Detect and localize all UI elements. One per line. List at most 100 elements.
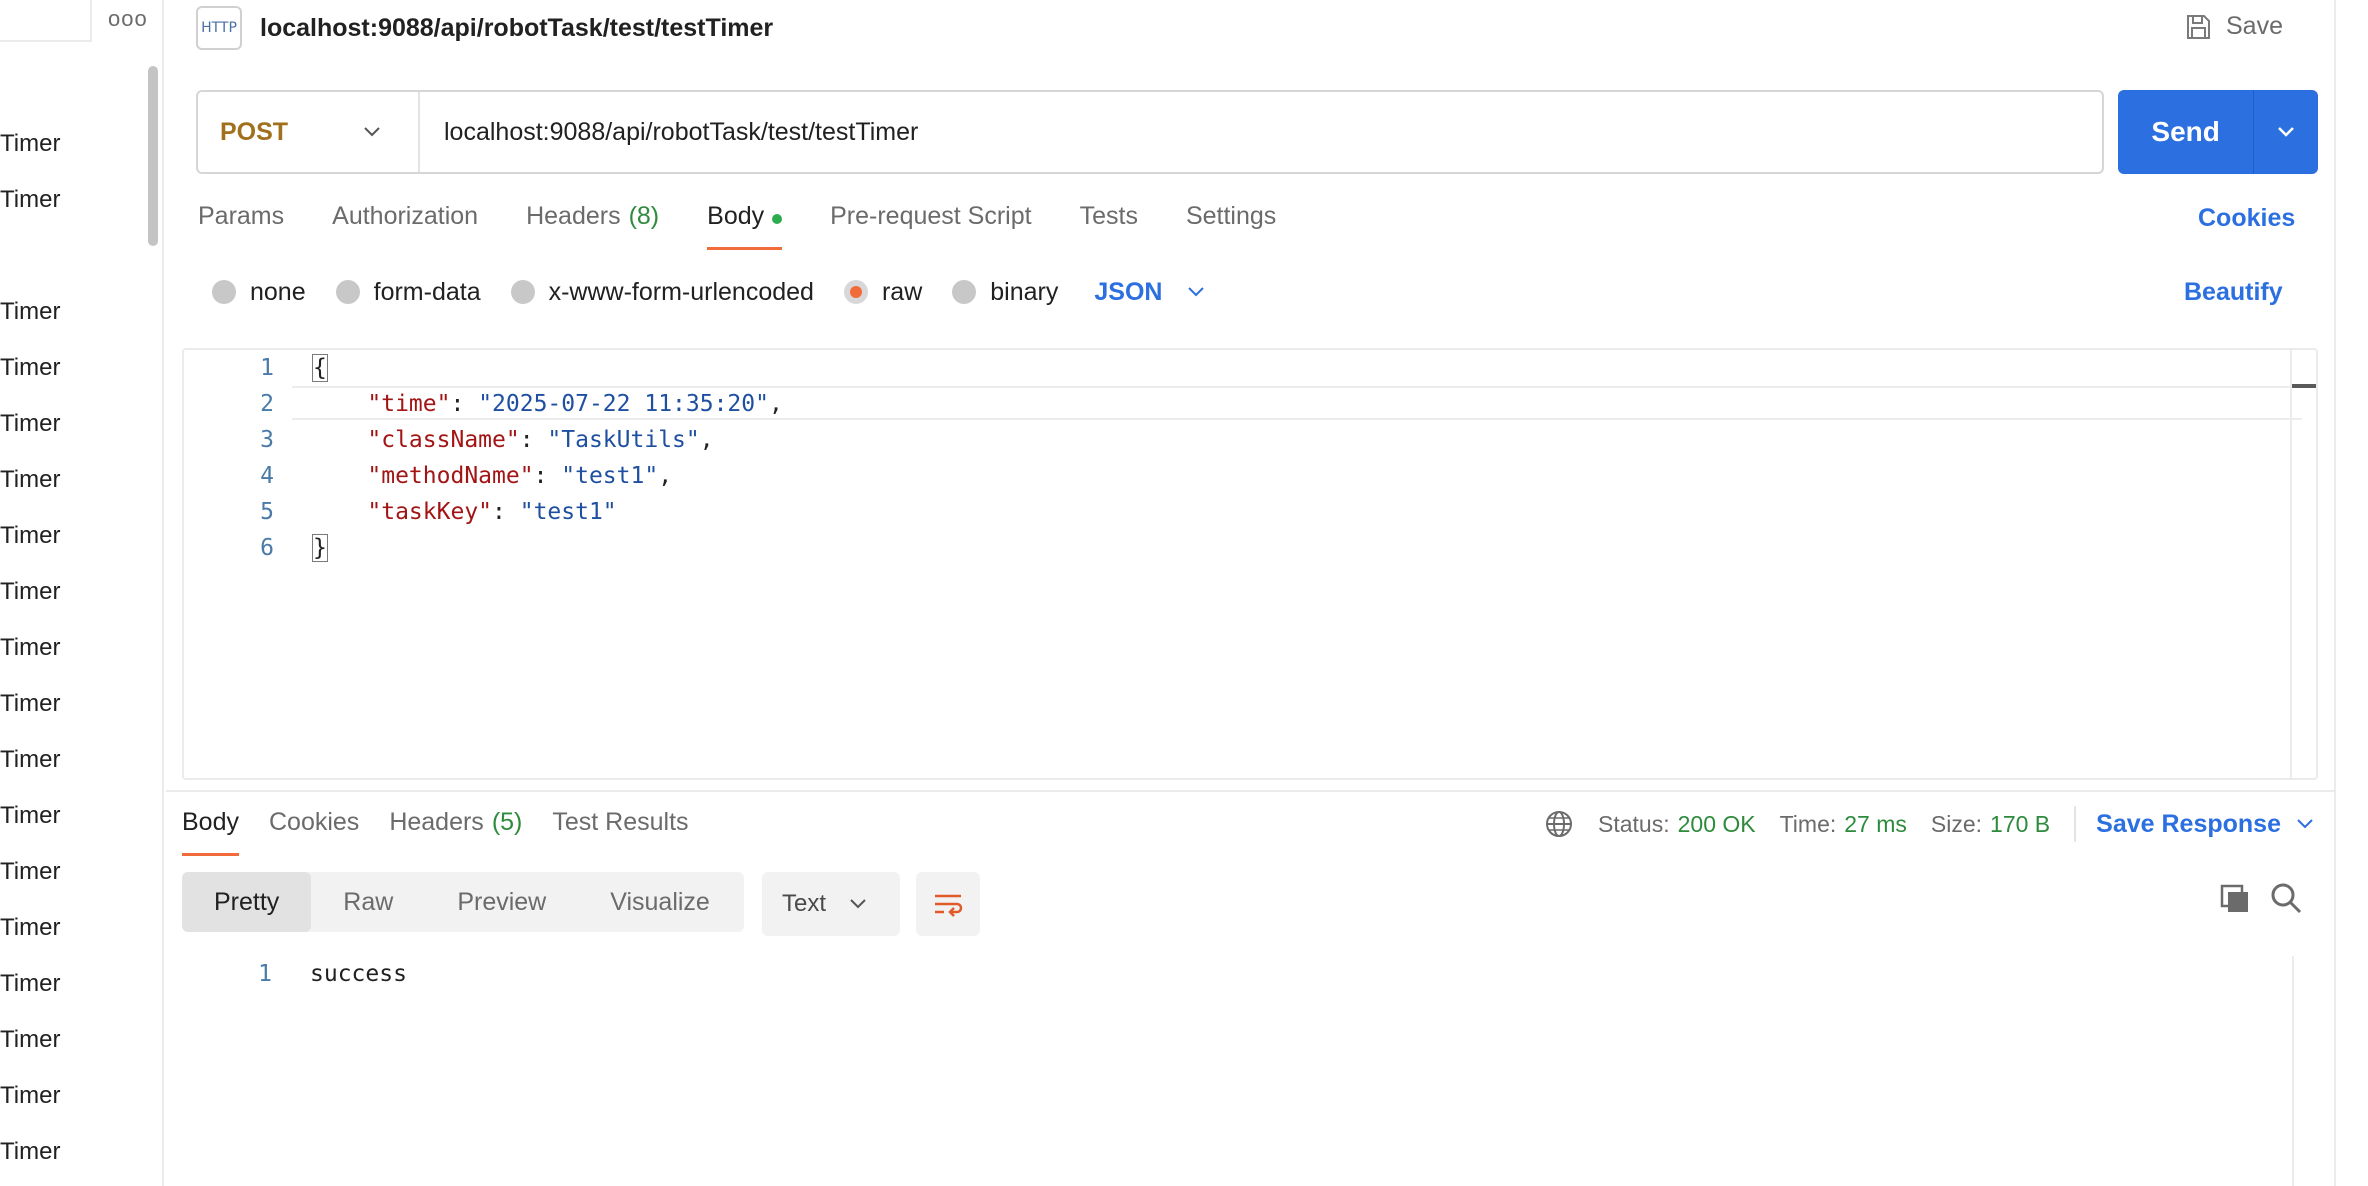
tab-label: Body — [707, 202, 765, 230]
sidebar-item[interactable]: Timer — [0, 298, 60, 326]
radio-binary[interactable]: binary — [952, 278, 1058, 307]
http-request-icon: HTTP — [196, 6, 242, 50]
radio-none[interactable]: none — [212, 278, 306, 307]
chevron-down-icon — [364, 127, 380, 137]
body-editor[interactable]: 1 { 2 "time": "2025-07-22 11:35:20", 3 "… — [182, 348, 2318, 780]
time-value[interactable]: 27 ms — [1844, 811, 1907, 838]
chevron-down-icon — [2278, 127, 2295, 137]
radio-raw[interactable]: raw — [843, 278, 922, 307]
radio-form-data[interactable]: form-data — [335, 278, 481, 307]
response-meta: Status: 200 OK Time: 27 ms Size: 170 B S… — [1544, 806, 2315, 842]
code-line: 1 { — [184, 350, 328, 386]
editor-scrollbar[interactable] — [2290, 350, 2316, 778]
send-options-button[interactable] — [2254, 122, 2318, 142]
radio-circle — [952, 280, 977, 304]
code-line: 4 "methodName": "test1", — [184, 458, 672, 494]
sidebar-item[interactable]: Timer — [0, 578, 60, 606]
globe-icon[interactable] — [1544, 809, 1574, 839]
sidebar-item[interactable]: Timer — [0, 970, 60, 998]
tab-label: Cookies — [268, 808, 360, 836]
tab-label: Headers — [389, 808, 484, 836]
status-value[interactable]: 200 OK — [1678, 811, 1756, 838]
tab-body[interactable]: Body — [707, 202, 783, 250]
radio-circle-selected — [843, 280, 868, 304]
tab-prerequest-script[interactable]: Pre-request Script — [830, 202, 1031, 250]
beautify-button[interactable]: Beautify — [2184, 278, 2283, 307]
sidebar-item[interactable]: Timer — [0, 858, 60, 886]
json-value: "test1" — [519, 499, 617, 525]
wrap-lines-button[interactable] — [916, 872, 980, 936]
sidebar-item[interactable]: Timer — [0, 466, 60, 494]
method-select[interactable]: POST — [198, 92, 420, 172]
json-sep: , — [658, 463, 673, 489]
line-number: 2 — [260, 391, 274, 417]
request-title[interactable]: localhost:9088/api/robotTask/test/testTi… — [260, 14, 773, 43]
response-view-selector: Pretty Raw Preview Visualize — [182, 872, 744, 932]
save-button[interactable]: Save — [2184, 12, 2283, 41]
view-label: Preview — [457, 887, 547, 916]
more-options-icon[interactable]: ooo — [108, 6, 148, 32]
time-label: Time: — [1779, 810, 1837, 837]
tab-settings[interactable]: Settings — [1186, 202, 1276, 250]
sidebar-item[interactable]: Timer — [0, 634, 60, 662]
view-raw[interactable]: Raw — [311, 872, 425, 932]
view-label: Raw — [343, 887, 394, 916]
headers-count: (5) — [491, 808, 523, 836]
chevron-down-icon — [1188, 287, 1205, 297]
radio-label: none — [250, 277, 306, 306]
response-tab-body[interactable]: Body — [182, 808, 239, 856]
sidebar-item[interactable]: Timer — [0, 1026, 60, 1054]
request-header: HTTP localhost:9088/api/robotTask/test/t… — [196, 6, 773, 50]
sidebar-item[interactable]: Timer — [0, 802, 60, 830]
response-tab-cookies[interactable]: Cookies — [269, 808, 359, 856]
code-text: } — [312, 534, 328, 562]
sidebar-item[interactable]: Timer — [0, 914, 60, 942]
sidebar-item[interactable]: Timer — [0, 1138, 60, 1166]
tab-params[interactable]: Params — [198, 202, 284, 250]
response-body[interactable]: 1 success — [182, 956, 2318, 1186]
view-visualize[interactable]: Visualize — [578, 872, 742, 932]
response-format-select[interactable]: Text — [762, 872, 900, 936]
body-type-selector: none form-data x-www-form-urlencoded raw… — [212, 276, 1206, 308]
sidebar-scrollbar[interactable] — [148, 66, 158, 246]
response-tab-headers[interactable]: Headers (5) — [389, 808, 522, 856]
radio-circle — [510, 280, 535, 304]
view-label: Visualize — [610, 887, 710, 916]
right-panel-border — [2334, 0, 2336, 1186]
json-key: "taskKey" — [367, 499, 493, 525]
sidebar-item[interactable]: Timer — [0, 690, 60, 718]
radio-circle — [335, 280, 360, 304]
search-icon[interactable] — [2270, 882, 2302, 914]
panel-splitter[interactable] — [166, 790, 2334, 792]
cookies-link[interactable]: Cookies — [2198, 204, 2295, 233]
size-label: Size: — [1930, 810, 1983, 837]
sidebar: ooo Timer Timer Timer Timer Timer Timer … — [0, 0, 164, 1186]
sidebar-item[interactable]: Timer — [0, 130, 60, 158]
format-label: JSON — [1094, 277, 1163, 306]
headers-count: (8) — [628, 202, 660, 230]
copy-icon[interactable] — [2220, 884, 2250, 914]
url-input[interactable] — [420, 117, 2102, 147]
save-response-button[interactable]: Save Response — [2096, 810, 2315, 839]
sidebar-item[interactable]: Timer — [0, 410, 60, 438]
code-text: "time": "2025-07-22 11:35:20", — [367, 391, 783, 417]
response-tab-test-results[interactable]: Test Results — [552, 808, 688, 856]
sidebar-item[interactable]: Timer — [0, 746, 60, 774]
sidebar-item[interactable]: Timer — [0, 186, 60, 214]
tab-tests[interactable]: Tests — [1080, 202, 1138, 250]
view-pretty[interactable]: Pretty — [182, 872, 312, 932]
sidebar-item[interactable]: Timer — [0, 1082, 60, 1110]
size-value[interactable]: 170 B — [1990, 811, 2050, 838]
response-scrollbar[interactable] — [2292, 956, 2318, 1186]
tab-headers[interactable]: Headers (8) — [526, 202, 659, 250]
save-icon — [2187, 14, 2210, 39]
sidebar-item[interactable]: Timer — [0, 354, 60, 382]
tab-authorization[interactable]: Authorization — [332, 202, 478, 250]
sidebar-item[interactable]: Timer — [0, 522, 60, 550]
tab-label: Headers — [526, 202, 621, 230]
view-preview[interactable]: Preview — [425, 872, 578, 932]
radio-urlencoded[interactable]: x-www-form-urlencoded — [510, 278, 814, 307]
send-button[interactable]: Send — [2118, 90, 2318, 174]
sidebar-search-box[interactable] — [0, 0, 92, 42]
format-select[interactable]: JSON — [1094, 278, 1206, 307]
